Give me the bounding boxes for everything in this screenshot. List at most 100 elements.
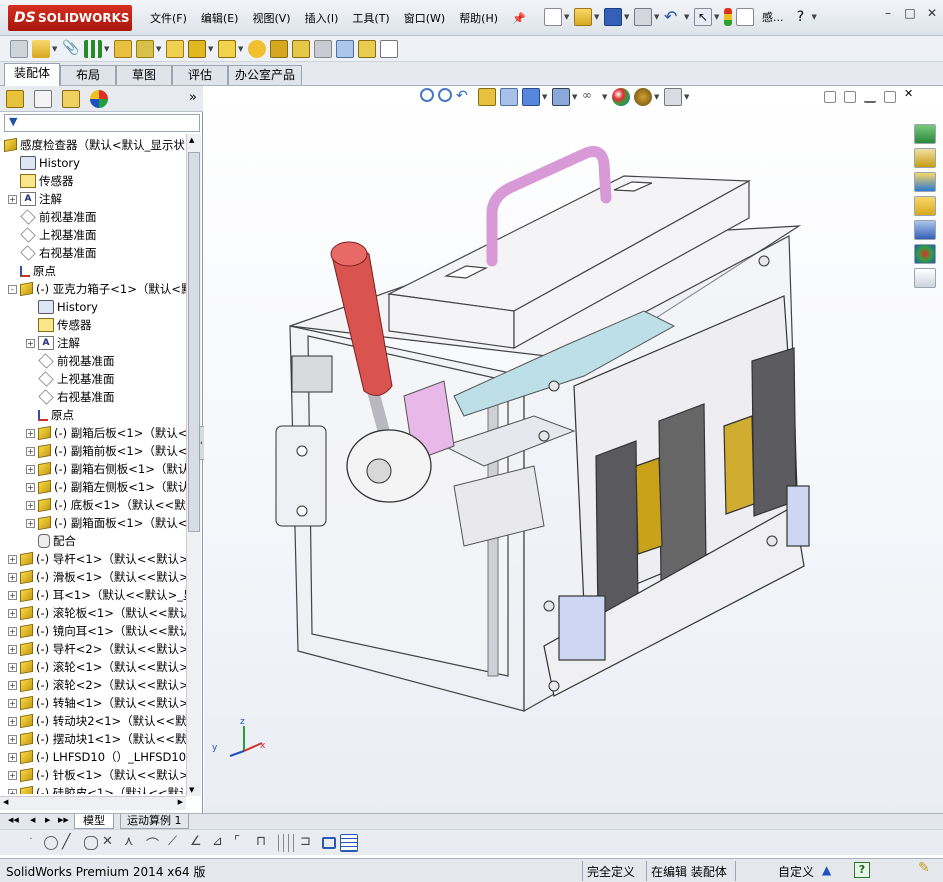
bill-of-materials-icon[interactable]: [270, 40, 288, 58]
tree-item[interactable]: + (-) 副箱后板<1>（默认<: [26, 424, 186, 442]
expand-icon[interactable]: +: [8, 788, 17, 794]
tab-motion-study[interactable]: 运动算例 1: [120, 814, 189, 829]
view-palette-icon[interactable]: [914, 220, 936, 240]
tab-evaluate[interactable]: 评估: [172, 65, 228, 85]
tree-item[interactable]: + (-) 副箱左侧板<1>（默认: [26, 478, 186, 496]
expand-icon[interactable]: +: [8, 716, 17, 726]
tab-nav-first-icon[interactable]: ◀◀: [8, 816, 19, 824]
tree-item[interactable]: 配合: [26, 532, 76, 550]
select-arrow-icon[interactable]: ↖: [694, 8, 712, 26]
tab-nav-prev-icon[interactable]: ◀: [30, 816, 35, 824]
mate-paperclip-icon[interactable]: 📎: [62, 40, 80, 58]
mirror-icon[interactable]: ⋏: [124, 834, 142, 852]
menu-view[interactable]: 视图(V): [248, 10, 294, 28]
angle-icon[interactable]: ∠: [190, 834, 208, 852]
explode-line-sketch-icon[interactable]: [314, 40, 332, 58]
new-motion-study-icon[interactable]: [248, 40, 266, 58]
collapse-icon[interactable]: -: [8, 284, 17, 294]
scroll-down-icon[interactable]: ▼: [189, 786, 194, 794]
line-icon[interactable]: ╱: [62, 834, 80, 852]
tab-model[interactable]: 模型: [74, 814, 114, 829]
design-library-icon[interactable]: [914, 172, 936, 192]
expand-icon[interactable]: +: [8, 590, 17, 600]
open-part-icon[interactable]: [32, 40, 50, 58]
smart-fasteners-icon[interactable]: [114, 40, 132, 58]
search-box-label[interactable]: 感...: [762, 9, 784, 25]
tree-item[interactable]: + (-) 滚轮板<1>（默认<<默认: [8, 604, 186, 622]
undo-icon[interactable]: ↶: [664, 8, 682, 26]
tree-item[interactable]: + (-) LHFSD10（）_LHFSD10<1: [8, 748, 186, 766]
tab-nav-last-icon[interactable]: ▶▶: [58, 816, 69, 824]
tree-item[interactable]: + (-) 副箱前板<1>（默认<: [26, 442, 186, 460]
tree-item[interactable]: 上视基准面: [8, 226, 97, 244]
scroll-left-icon[interactable]: ◀: [3, 798, 8, 806]
print-icon[interactable]: [634, 8, 652, 26]
tab-layout[interactable]: 布局: [60, 65, 116, 85]
tab-office-products[interactable]: 办公室产品: [228, 65, 302, 85]
tree-item[interactable]: 前视基准面: [26, 352, 115, 370]
expand-icon[interactable]: +: [26, 428, 35, 438]
polygon-icon[interactable]: [84, 836, 98, 850]
repair-sketch-icon[interactable]: ⊐: [300, 834, 318, 852]
expand-icon[interactable]: +: [8, 752, 17, 762]
expand-icon[interactable]: +: [8, 680, 17, 690]
home-icon[interactable]: [914, 148, 936, 168]
expand-icon[interactable]: +: [8, 662, 17, 672]
help-icon[interactable]: ?: [792, 8, 810, 26]
solidworks-resources-icon[interactable]: [914, 124, 936, 144]
fillet-icon[interactable]: ⌒: [146, 834, 164, 853]
tree-item[interactable]: + (-) 滚轮<1>（默认<<默认>_: [8, 658, 186, 676]
tree-item[interactable]: History: [26, 298, 98, 316]
construction-geometry-icon[interactable]: ⌜: [234, 834, 252, 852]
menu-help[interactable]: 帮助(H): [455, 10, 502, 28]
tree-item[interactable]: 右视基准面: [8, 244, 97, 262]
move-component-icon[interactable]: [136, 40, 154, 58]
tree-item[interactable]: + (-) 耳<1>（默认<<默认>_显: [8, 586, 186, 604]
tree-item[interactable]: + (-) 硅胶皮<1>（默认<<默认>: [8, 784, 186, 794]
table-icon[interactable]: [340, 834, 358, 852]
menu-file[interactable]: 文件(F): [146, 10, 191, 28]
expand-icon[interactable]: +: [26, 518, 35, 528]
tree-item[interactable]: + A 注解: [26, 334, 80, 352]
linear-pattern-icon[interactable]: [84, 40, 102, 58]
graphics-area[interactable]: ↶ ▼ ▼ ∞ ▼ ▼ ▼ ✕ z x y: [204, 86, 943, 813]
menu-tools[interactable]: 工具(T): [348, 10, 393, 28]
tree-item[interactable]: + (-) 滚轮<2>（默认<<默认>_: [8, 676, 186, 694]
display-manager-tab-icon[interactable]: [90, 90, 108, 108]
tree-horizontal-scrollbar[interactable]: ◀ ▶: [0, 796, 186, 810]
tree-item[interactable]: + (-) 摆动块1<1>（默认<<默认: [8, 730, 186, 748]
assembly-3d-model[interactable]: z x y: [204, 86, 943, 813]
open-folder-icon[interactable]: [574, 8, 592, 26]
scroll-up-icon[interactable]: ▲: [189, 136, 194, 144]
expand-icon[interactable]: +: [26, 338, 35, 348]
clearance-verification-icon[interactable]: [358, 40, 376, 58]
scroll-right-icon[interactable]: ▶: [178, 798, 183, 806]
tree-item[interactable]: 原点: [26, 406, 74, 424]
tree-item[interactable]: - (-) 亚克力箱子<1>（默认<默: [8, 280, 186, 298]
file-properties-icon[interactable]: [736, 8, 754, 26]
menu-edit[interactable]: 编辑(E): [197, 10, 243, 28]
tab-nav-next-icon[interactable]: ▶: [45, 816, 50, 824]
reference-geometry-icon[interactable]: [218, 40, 236, 58]
grid-icon[interactable]: [278, 834, 296, 852]
expand-icon[interactable]: +: [8, 626, 17, 636]
expand-icon[interactable]: +: [8, 572, 17, 582]
tree-item[interactable]: + (-) 底板<1>（默认<<默认: [26, 496, 186, 514]
circle-icon[interactable]: [44, 836, 58, 850]
exploded-view-icon[interactable]: [292, 40, 310, 58]
scrollbar-thumb[interactable]: [188, 152, 200, 532]
new-document-icon[interactable]: [544, 8, 562, 26]
expand-icon[interactable]: +: [26, 482, 35, 492]
point-icon[interactable]: ·: [22, 834, 40, 852]
expand-icon[interactable]: +: [8, 734, 17, 744]
instant3d-icon[interactable]: [380, 40, 398, 58]
tree-item[interactable]: 右视基准面: [26, 388, 115, 406]
status-help-icon[interactable]: ?: [854, 862, 870, 878]
expand-icon[interactable]: +: [26, 464, 35, 474]
expand-icon[interactable]: +: [26, 500, 35, 510]
show-hidden-icon[interactable]: [166, 40, 184, 58]
trim-icon[interactable]: ✕: [102, 834, 120, 852]
tree-item[interactable]: + (-) 副箱面板<1>（默认<: [26, 514, 186, 532]
status-units[interactable]: 自定义: [778, 863, 814, 880]
insert-component-icon[interactable]: [10, 40, 28, 58]
